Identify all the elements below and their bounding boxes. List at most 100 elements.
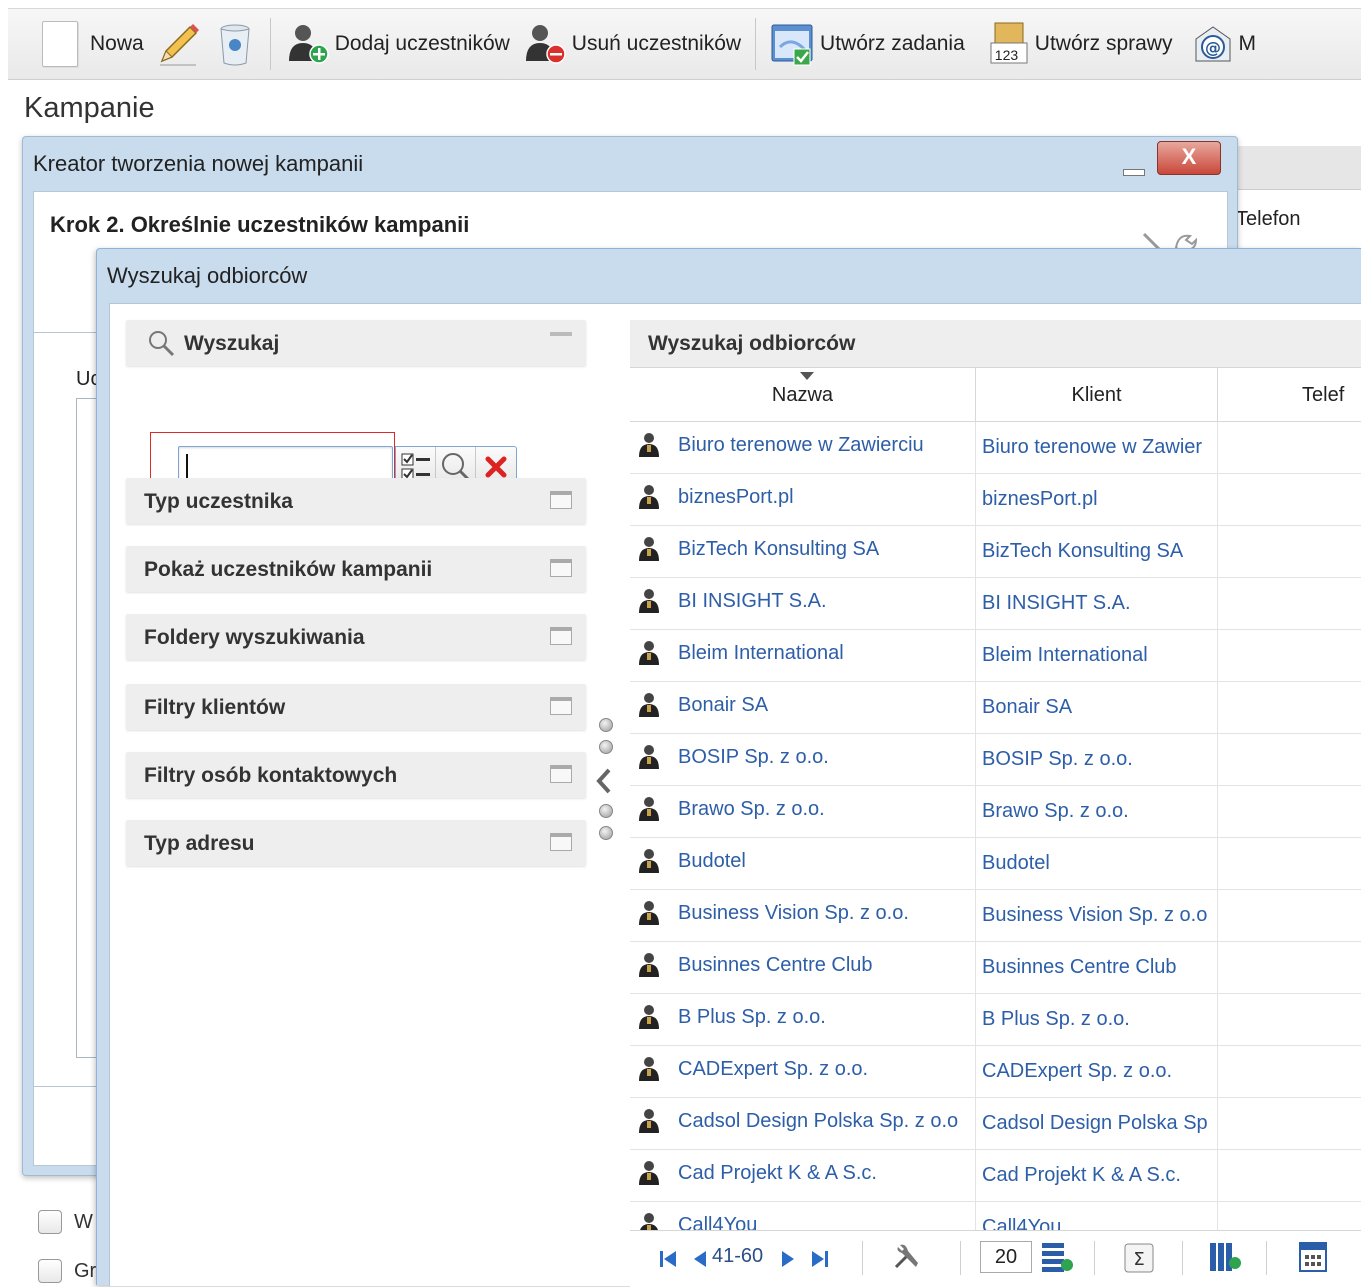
recipient-name[interactable]: Businnes Centre Club (678, 954, 873, 977)
background-checkbox[interactable] (38, 1259, 62, 1283)
recipient-name[interactable]: Bonair SA (678, 694, 768, 717)
table-row[interactable]: Bleim International Bleim International (630, 630, 1361, 682)
table-row[interactable]: Budotel Budotel (630, 838, 1361, 890)
recipient-client[interactable]: Businnes Centre Club (982, 956, 1177, 979)
create-tasks-button[interactable]: Utwórz zadania (764, 16, 971, 72)
table-row[interactable]: Call4You Call4You (630, 1202, 1361, 1230)
table-row[interactable]: BOSIP Sp. z o.o. BOSIP Sp. z o.o. (630, 734, 1361, 786)
close-button[interactable]: X (1157, 141, 1221, 175)
table-row[interactable]: Biuro terenowe w Zawierciu Biuro terenowe… (630, 422, 1361, 474)
cell-name[interactable]: biznesPort.pl (630, 474, 976, 526)
previous-page-icon[interactable] (692, 1249, 708, 1269)
cell-client[interactable]: biznesPort.pl (976, 474, 1218, 526)
first-page-icon[interactable] (658, 1249, 680, 1269)
cell-client[interactable]: BizTech Konsulting SA (976, 526, 1218, 578)
recipient-client[interactable]: Budotel (982, 852, 1050, 875)
recipient-name[interactable]: Cadsol Design Polska Sp. z o.o (678, 1110, 958, 1133)
recipient-name[interactable]: Budotel (678, 850, 746, 873)
panel-participant-type[interactable]: Typ uczestnika (126, 478, 586, 524)
cell-name[interactable]: Cadsol Design Polska Sp. z o.o (630, 1098, 976, 1150)
cell-client[interactable]: Bonair SA (976, 682, 1218, 734)
cell-client[interactable]: BOSIP Sp. z o.o. (976, 734, 1218, 786)
recipient-name[interactable]: BizTech Konsulting SA (678, 538, 879, 561)
columns-config-icon[interactable] (1208, 1241, 1242, 1273)
cell-client[interactable]: Brawo Sp. z o.o. (976, 786, 1218, 838)
cell-name[interactable]: Business Vision Sp. z o.o. (630, 890, 976, 942)
table-row[interactable]: Businnes Centre Club Businnes Centre Club (630, 942, 1361, 994)
next-page-icon[interactable] (780, 1249, 796, 1269)
recipient-client[interactable]: biznesPort.pl (982, 488, 1098, 511)
expand-icon[interactable] (550, 697, 572, 715)
cell-name[interactable]: Bleim International (630, 630, 976, 682)
cell-name[interactable]: Budotel (630, 838, 976, 890)
recipient-client[interactable]: BOSIP Sp. z o.o. (982, 748, 1133, 771)
recipient-client[interactable]: Brawo Sp. z o.o. (982, 800, 1129, 823)
edit-button[interactable] (150, 16, 212, 72)
remove-participants-button[interactable]: Usuń uczestników (516, 16, 747, 72)
recipient-client[interactable]: Call4You (982, 1216, 1061, 1230)
expand-icon[interactable] (550, 491, 572, 509)
cell-name[interactable]: Bonair SA (630, 682, 976, 734)
cell-name[interactable]: Call4You (630, 1202, 976, 1230)
cell-client[interactable]: BI INSIGHT S.A. (976, 578, 1218, 630)
create-cases-button[interactable]: 123 Utwórz sprawy (981, 16, 1179, 72)
table-row[interactable]: Brawo Sp. z o.o. Brawo Sp. z o.o. (630, 786, 1361, 838)
cell-client[interactable]: B Plus Sp. z o.o. (976, 994, 1218, 1046)
table-row[interactable]: B Plus Sp. z o.o. B Plus Sp. z o.o. (630, 994, 1361, 1046)
last-page-icon[interactable] (808, 1249, 830, 1269)
recipient-client[interactable]: Cadsol Design Polska Sp (982, 1112, 1208, 1135)
recipient-name[interactable]: Call4You (678, 1214, 757, 1230)
search-panel-header[interactable]: Wyszukaj (126, 320, 586, 366)
recipient-client[interactable]: BizTech Konsulting SA (982, 540, 1183, 563)
expand-icon[interactable] (550, 559, 572, 577)
cell-client[interactable]: Bleim International (976, 630, 1218, 682)
expand-icon[interactable] (550, 765, 572, 783)
cell-client[interactable]: Cadsol Design Polska Sp (976, 1098, 1218, 1150)
expand-icon[interactable] (550, 627, 572, 645)
minimize-button[interactable] (1119, 155, 1147, 179)
recipient-client[interactable]: Bonair SA (982, 696, 1072, 719)
column-header-name[interactable]: Nazwa (630, 368, 976, 422)
recipient-client[interactable]: B Plus Sp. z o.o. (982, 1008, 1130, 1031)
table-row[interactable]: Cadsol Design Polska Sp. z o.o Cadsol Des… (630, 1098, 1361, 1150)
column-header-phone[interactable]: Telef (1218, 368, 1361, 422)
background-checkbox[interactable] (38, 1210, 62, 1234)
recipient-client[interactable]: BI INSIGHT S.A. (982, 592, 1131, 615)
page-size-list-icon[interactable] (1040, 1241, 1074, 1273)
table-row[interactable]: Business Vision Sp. z o.o. Business Visio… (630, 890, 1361, 942)
recipient-client[interactable]: Cad Projekt K & A S.c. (982, 1164, 1181, 1187)
recipient-client[interactable]: Bleim International (982, 644, 1148, 667)
calendar-grid-icon[interactable] (1298, 1241, 1328, 1273)
cell-name[interactable]: Businnes Centre Club (630, 942, 976, 994)
recipient-name[interactable]: B Plus Sp. z o.o. (678, 1006, 826, 1029)
panel-address-type[interactable]: Typ adresu (126, 820, 586, 866)
cell-client[interactable]: Budotel (976, 838, 1218, 890)
cell-client[interactable]: Cad Projekt K & A S.c. (976, 1150, 1218, 1202)
cell-name[interactable]: BOSIP Sp. z o.o. (630, 734, 976, 786)
mail-button[interactable]: @ M (1186, 16, 1262, 72)
recipient-name[interactable]: Business Vision Sp. z o.o. (678, 902, 909, 925)
cell-client[interactable]: Business Vision Sp. z o.o (976, 890, 1218, 942)
panel-show-campaign-participants[interactable]: Pokaż uczestników kampanii (126, 546, 586, 592)
recipient-name[interactable]: biznesPort.pl (678, 486, 794, 509)
cell-client[interactable]: Call4You (976, 1202, 1218, 1230)
collapse-icon[interactable] (550, 332, 572, 336)
cell-client[interactable]: Biuro terenowe w Zawier (976, 422, 1218, 474)
recipient-name[interactable]: BI INSIGHT S.A. (678, 590, 827, 613)
tools-icon[interactable] (892, 1243, 920, 1271)
table-row[interactable]: Bonair SA Bonair SA (630, 682, 1361, 734)
panel-contact-filters[interactable]: Filtry osób kontaktowych (126, 752, 586, 798)
cell-name[interactable]: Biuro terenowe w Zawierciu (630, 422, 976, 474)
cell-name[interactable]: Cad Projekt K & A S.c. (630, 1150, 976, 1202)
delete-button[interactable] (212, 16, 262, 72)
cell-client[interactable]: CADExpert Sp. z o.o. (976, 1046, 1218, 1098)
recipient-client[interactable]: CADExpert Sp. z o.o. (982, 1060, 1172, 1083)
recipient-name[interactable]: Brawo Sp. z o.o. (678, 798, 825, 821)
table-row[interactable]: BI INSIGHT S.A. BI INSIGHT S.A. (630, 578, 1361, 630)
expand-icon[interactable] (550, 833, 572, 851)
cell-name[interactable]: CADExpert Sp. z o.o. (630, 1046, 976, 1098)
recipient-name[interactable]: CADExpert Sp. z o.o. (678, 1058, 868, 1081)
recipient-name[interactable]: Cad Projekt K & A S.c. (678, 1162, 877, 1185)
collapse-chevron-icon[interactable] (594, 766, 614, 796)
page-size-input[interactable]: 20 (980, 1241, 1032, 1273)
